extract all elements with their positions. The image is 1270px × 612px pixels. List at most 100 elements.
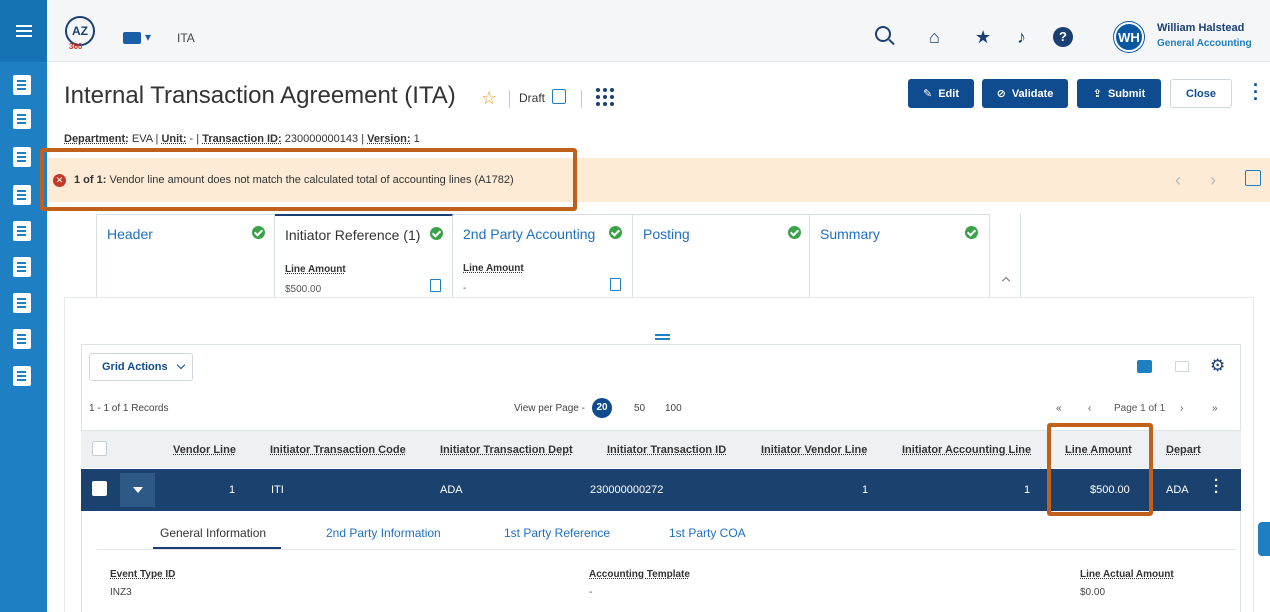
field-label-line-actual-amount: Line Actual Amount [1080, 569, 1174, 580]
complete-check-icon [788, 226, 801, 239]
page-indicator: Page 1 of 1 [1114, 403, 1166, 414]
tab-2nd-party-information[interactable]: 2nd Party Information [326, 526, 441, 540]
page-title: Internal Transaction Agreement (ITA) [64, 82, 456, 109]
page-size-20[interactable]: 20 [592, 398, 612, 418]
divider [97, 549, 1237, 550]
tab-2nd-party-accounting[interactable]: 2nd Party Accounting Line Amount - [453, 214, 633, 298]
section-tabs: Header Initiator Reference (1) Line Amou… [96, 214, 1021, 298]
gear-icon[interactable]: ⚙ [1210, 356, 1225, 376]
row-checkbox[interactable] [92, 481, 107, 496]
home-icon[interactable]: ⌂ [929, 28, 940, 46]
nav-document-icon[interactable] [13, 109, 31, 129]
complete-check-icon [252, 226, 265, 239]
breadcrumb: ITA [177, 31, 195, 45]
hamburger-menu-icon[interactable] [0, 0, 47, 62]
col-initiator-accounting-line[interactable]: Initiator Accounting Line [902, 444, 1031, 456]
cell-initiator-accounting-line: 1 [1024, 484, 1031, 496]
page-size-100[interactable]: 100 [665, 403, 682, 414]
first-page-button[interactable]: « [1056, 403, 1062, 414]
tab-general-information[interactable]: General Information [160, 526, 266, 540]
nav-file-search-icon[interactable] [13, 257, 31, 277]
row-expand-chevron-icon[interactable] [120, 473, 155, 507]
tab-summary[interactable]: Summary [810, 214, 990, 298]
tab-posting[interactable]: Posting [633, 214, 810, 298]
user-role: General Accounting [1157, 38, 1252, 49]
view-per-page-label: View per Page - [514, 403, 585, 414]
star-favorites-icon[interactable]: ★ [975, 28, 991, 46]
grid-view-icon[interactable] [1137, 360, 1152, 373]
grid-actions-dropdown[interactable]: Grid Actions [89, 353, 193, 381]
col-department[interactable]: Depart [1166, 444, 1201, 456]
last-page-button[interactable]: » [1212, 403, 1218, 414]
edit-button[interactable]: ✎ Edit [908, 79, 974, 108]
help-icon[interactable]: ? [1053, 27, 1073, 47]
left-nav-rail [0, 0, 47, 612]
notes-icon[interactable] [610, 278, 621, 291]
page-size-50[interactable]: 50 [634, 403, 645, 414]
transaction-meta: Department: EVA | Unit: - | Transaction … [64, 133, 420, 145]
notes-icon[interactable] [552, 89, 566, 104]
nav-report-icon[interactable] [13, 147, 31, 167]
error-panel-icon[interactable] [1245, 170, 1261, 186]
nav-chart-icon[interactable] [13, 366, 31, 386]
col-initiator-transaction-id[interactable]: Initiator Transaction ID [607, 444, 726, 456]
favorite-star-icon[interactable]: ☆ [481, 88, 497, 109]
col-initiator-transaction-code[interactable]: Initiator Transaction Code [270, 444, 406, 456]
side-panel-tab[interactable] [1258, 522, 1270, 556]
submit-button[interactable]: ⇪ Submit [1077, 79, 1161, 108]
avatar[interactable]: WH [1114, 22, 1144, 52]
chevron-down-icon [176, 360, 185, 370]
nav-folder-icon[interactable] [13, 329, 31, 349]
az360-logo[interactable]: AZ 360 [65, 16, 95, 51]
search-icon[interactable] [875, 26, 891, 42]
nav-monitor-icon[interactable] [13, 185, 31, 205]
records-count: 1 - 1 of 1 Records [89, 403, 169, 414]
table-view-icon[interactable] [1175, 361, 1189, 372]
page-switcher[interactable]: ▾ [123, 30, 151, 44]
validate-button[interactable]: ⊘ Validate [982, 79, 1068, 108]
apps-grid-icon[interactable] [596, 88, 614, 106]
select-all-checkbox[interactable] [92, 441, 107, 456]
field-label-event-type-id: Event Type ID [110, 569, 176, 580]
tab-header[interactable]: Header [97, 214, 275, 298]
field-value-line-actual-amount: $0.00 [1080, 587, 1106, 598]
divider [509, 90, 510, 108]
next-error-icon[interactable]: › [1210, 170, 1216, 191]
cell-initiator-vendor-line: 1 [862, 484, 869, 496]
bell-notifications-icon[interactable]: ♪ [1017, 28, 1026, 46]
field-value-event-type-id: INZ3 [110, 587, 132, 598]
user-name[interactable]: William Halstead [1157, 22, 1244, 34]
collapse-handle-icon[interactable] [655, 334, 670, 336]
code-page-icon [123, 31, 141, 44]
line-amount-highlight-box [1047, 423, 1153, 516]
col-initiator-vendor-line[interactable]: Initiator Vendor Line [761, 444, 867, 456]
col-vendor-line[interactable]: Vendor Line [173, 444, 236, 456]
complete-check-icon [430, 227, 443, 240]
error-highlight-box [40, 148, 577, 211]
tab-1st-party-reference[interactable]: 1st Party Reference [504, 526, 610, 540]
nav-ledger-icon[interactable] [13, 293, 31, 313]
tab-1st-party-coa[interactable]: 1st Party COA [669, 526, 746, 540]
nav-search-doc-icon[interactable] [13, 75, 31, 95]
row-actions-icon[interactable]: · · · [1214, 473, 1219, 500]
prev-page-button[interactable]: ‹ [1088, 403, 1091, 414]
cell-initiator-transaction-dept: ADA [440, 484, 463, 496]
complete-check-icon [965, 226, 978, 239]
cell-vendor-line: 1 [229, 484, 236, 496]
cell-department: ADA [1166, 484, 1189, 496]
top-bar: AZ 360 ▾ ITA ⌂ ★ ♪ ? WH William Halstead … [47, 0, 1270, 62]
complete-check-icon [609, 226, 622, 239]
prev-error-icon[interactable]: ‹ [1175, 170, 1181, 191]
pencil-icon: ✎ [923, 88, 933, 100]
notes-icon[interactable] [430, 279, 441, 292]
check-circle-icon: ⊘ [996, 88, 1006, 100]
close-button[interactable]: Close [1170, 79, 1232, 108]
submit-icon: ⇪ [1092, 88, 1102, 100]
field-label-accounting-template: Accounting Template [589, 569, 690, 580]
more-actions-icon[interactable]: · · · [1253, 76, 1259, 108]
next-page-button[interactable]: › [1180, 403, 1183, 414]
col-initiator-transaction-dept[interactable]: Initiator Transaction Dept [440, 444, 573, 456]
field-value-accounting-template: - [589, 587, 593, 598]
nav-file-icon[interactable] [13, 221, 31, 241]
tab-initiator-reference[interactable]: Initiator Reference (1) Line Amount $500… [275, 214, 453, 298]
